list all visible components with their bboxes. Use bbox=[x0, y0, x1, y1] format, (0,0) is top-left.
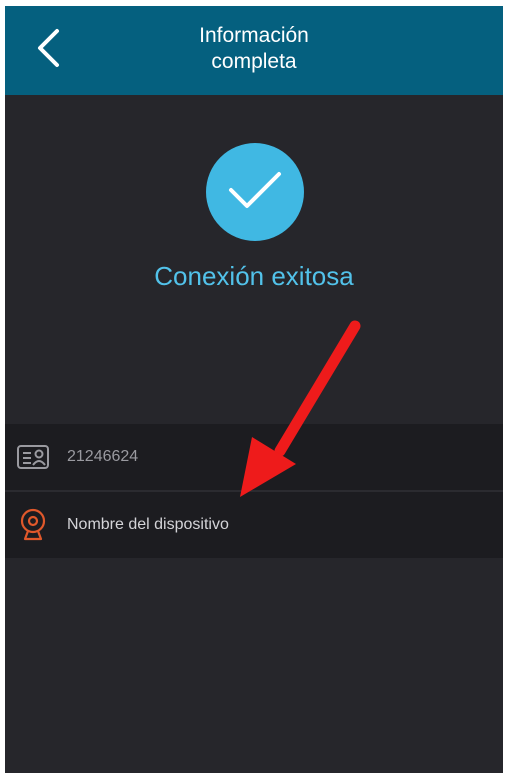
success-indicator bbox=[206, 143, 304, 241]
device-name-placeholder: Nombre del dispositivo bbox=[67, 516, 229, 533]
page-title: Información completa bbox=[199, 24, 309, 73]
connection-status-text: Conexión exitosa bbox=[154, 261, 354, 291]
id-card-icon bbox=[15, 439, 51, 475]
chevron-left-icon bbox=[33, 27, 63, 74]
device-info-list: 21246624 Nombre del dispositivo bbox=[5, 424, 503, 558]
back-button[interactable] bbox=[23, 26, 73, 74]
checkmark-icon bbox=[225, 168, 285, 217]
camera-icon bbox=[15, 507, 51, 543]
device-name-field[interactable]: Nombre del dispositivo bbox=[5, 492, 503, 558]
device-id-value: 21246624 bbox=[67, 448, 139, 465]
app-screen: Información completa Conexión exitosa 21… bbox=[5, 6, 503, 773]
device-id-row: 21246624 bbox=[5, 424, 503, 490]
screenshot: Información completa Conexión exitosa 21… bbox=[0, 0, 508, 773]
header-bar: Información completa bbox=[5, 6, 503, 95]
